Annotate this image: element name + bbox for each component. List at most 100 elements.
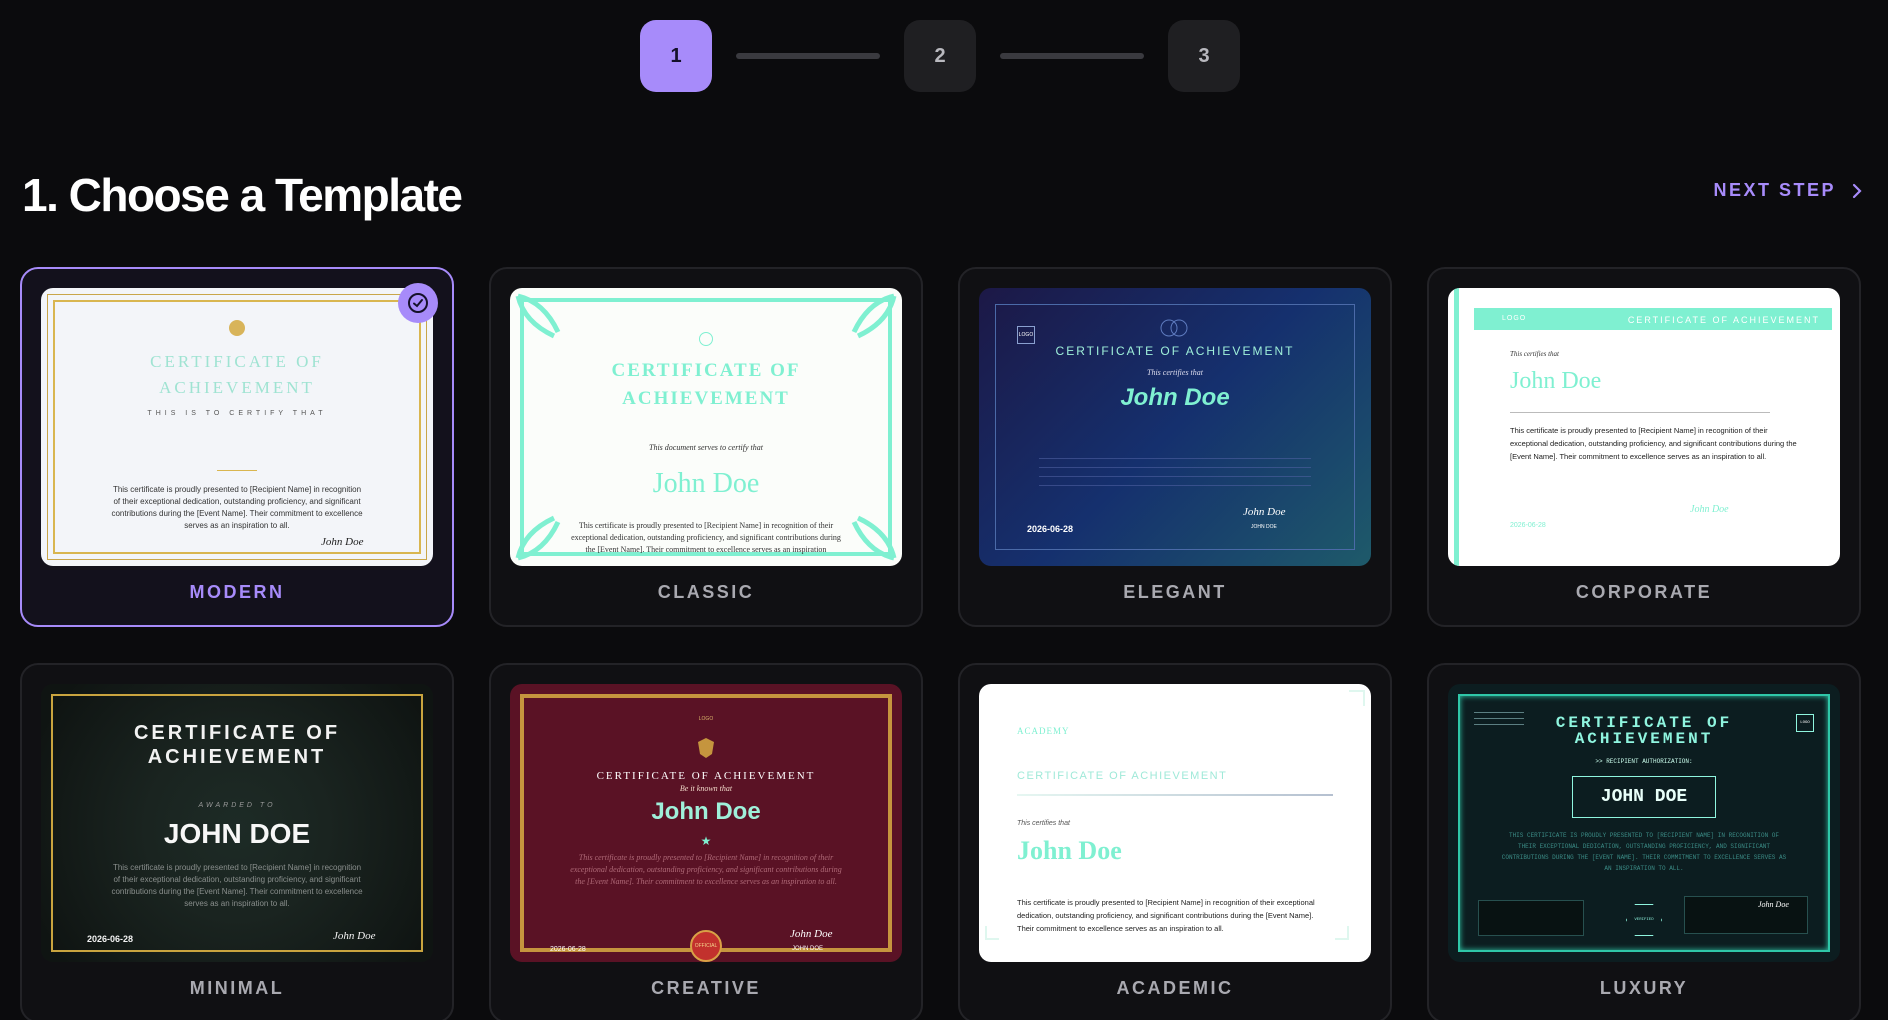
template-label: CLASSIC: [657, 582, 755, 602]
cert-body: This certificate is proudly presented to…: [1510, 426, 1797, 461]
corner-mark: [985, 926, 999, 940]
divider: [217, 470, 257, 471]
cert-title: CERTIFICATE OF: [611, 360, 801, 381]
cert-body: This certificate is proudly presented to…: [111, 485, 363, 530]
emblem-icon: [699, 332, 713, 346]
badge-text: VERIFIED: [1634, 918, 1654, 922]
divider: [1017, 794, 1333, 796]
recipient-name: John Doe: [1017, 836, 1122, 865]
template-label: CORPORATE: [1575, 582, 1713, 602]
signature: John Doe: [1243, 506, 1286, 518]
cert-title: CERTIFICATE OF ACHIEVEMENT: [1627, 315, 1820, 325]
divider: [1510, 412, 1770, 413]
cert-body: This certificate is proudly presented to…: [571, 521, 841, 554]
signature-box: [1684, 896, 1808, 934]
signature: John Doe: [1758, 900, 1789, 909]
stepper: 1 2 3: [640, 20, 1240, 92]
signer-name: JOHN DOE: [1251, 524, 1277, 530]
cert-date: 2026-06-28: [550, 946, 586, 953]
template-card-creative[interactable]: LOGO CERTIFICATE OF ACHIEVEMENT Be it kn…: [489, 663, 923, 1020]
next-step-label: NEXT STEP: [1713, 180, 1836, 200]
cert-title: ACHIEVEMENT: [147, 746, 327, 768]
logo: LOGO: [1502, 315, 1527, 322]
signature: John Doe: [790, 928, 833, 940]
template-card-luxury[interactable]: CERTIFICATE OF ACHIEVEMENT LOGO >> RECIP…: [1427, 663, 1861, 1020]
cert-subtitle: This certifies that: [1510, 350, 1559, 358]
step-connector: [736, 53, 880, 59]
cert-title: CERTIFICATE OF ACHIEVEMENT: [596, 770, 816, 782]
template-label: MINIMAL: [189, 978, 285, 998]
cert-title: CERTIFICATE OF ACHIEVEMENT: [1017, 770, 1228, 782]
seal-text: OFFICIAL: [694, 943, 718, 949]
cert-title: ACHIEVEMENT: [1574, 730, 1714, 748]
template-card-modern[interactable]: CERTIFICATE OF ACHIEVEMENT THIS IS TO CE…: [20, 267, 454, 627]
template-card-corporate[interactable]: LOGO CERTIFICATE OF ACHIEVEMENT This cer…: [1427, 267, 1861, 627]
cert-subtitle: This certifies that: [1147, 368, 1203, 377]
star-icon: ★: [700, 834, 712, 848]
template-preview: CERTIFICATE OF ACHIEVEMENT This document…: [510, 288, 902, 566]
recipient-name: John Doe: [1510, 368, 1602, 394]
cert-body: THIS CERTIFICATE IS PROUDLY PRESENTED TO…: [1501, 832, 1787, 872]
template-preview: LOGO CERTIFICATE OF ACHIEVEMENT This cer…: [979, 288, 1371, 566]
cert-subtitle: AWARDED TO: [198, 802, 276, 809]
corner-mark: [1335, 926, 1349, 940]
template-card-classic[interactable]: CERTIFICATE OF ACHIEVEMENT This document…: [489, 267, 923, 627]
template-preview: ACADEMY CERTIFICATE OF ACHIEVEMENT This …: [979, 684, 1371, 962]
chevron-right-icon: [1852, 183, 1862, 198]
cert-subtitle: THIS IS TO CERTIFY THAT: [147, 410, 327, 417]
step-3[interactable]: 3: [1168, 20, 1240, 92]
cert-subtitle: This certifies that: [1017, 820, 1070, 827]
template-preview: LOGO CERTIFICATE OF ACHIEVEMENT This cer…: [1448, 288, 1840, 566]
rings-icon: [1160, 319, 1188, 337]
frame: [995, 304, 1355, 550]
cert-body: This certificate is proudly presented to…: [1017, 898, 1315, 933]
cert-subtitle: Be it known that: [679, 784, 733, 793]
cert-title: CERTIFICATE OF: [150, 352, 324, 371]
step-connector: [1000, 53, 1144, 59]
signature: John Doe: [321, 536, 364, 548]
step-2[interactable]: 2: [904, 20, 976, 92]
signer-name: JOHN DOE: [792, 946, 824, 952]
template-label: MODERN: [189, 582, 285, 602]
cert-date: 2026-06-28: [1027, 524, 1074, 534]
template-card-academic[interactable]: ACADEMY CERTIFICATE OF ACHIEVEMENT This …: [958, 663, 1392, 1020]
cert-title: ACHIEVEMENT: [159, 378, 315, 397]
recipient-name: John Doe: [652, 468, 760, 499]
recipient-name: JOHN DOE: [163, 818, 311, 849]
cert-subtitle: This document serves to certify that: [649, 443, 763, 452]
info-box: [1478, 900, 1584, 936]
cert-title: CERTIFICATE OF: [133, 722, 341, 744]
cert-body: This certificate is proudly presented to…: [111, 863, 363, 908]
recipient-name: John Doe: [651, 798, 761, 825]
template-label: LUXURY: [1599, 978, 1689, 998]
template-label: CREATIVE: [651, 978, 761, 998]
template-preview: CERTIFICATE OF ACHIEVEMENT AWARDED TO JO…: [41, 684, 433, 962]
next-step-button[interactable]: NEXT STEP: [1713, 180, 1864, 201]
cert-subtitle: >> RECIPIENT AUTHORIZATION:: [1595, 758, 1693, 765]
template-preview: LOGO CERTIFICATE OF ACHIEVEMENT Be it kn…: [510, 684, 902, 962]
logo: LOGO: [1017, 326, 1035, 344]
recipient-name: JOHN DOE: [1572, 776, 1716, 818]
template-preview: CERTIFICATE OF ACHIEVEMENT LOGO >> RECIP…: [1448, 684, 1840, 962]
seal-icon: OFFICIAL: [690, 930, 722, 962]
logo: LOGO: [1796, 714, 1814, 732]
shield-icon: [698, 738, 714, 758]
medal-icon: [229, 320, 245, 336]
signature: John Doe: [1690, 504, 1729, 515]
template-label: ELEGANT: [1123, 582, 1227, 602]
cert-title: CERTIFICATE OF ACHIEVEMENT: [1055, 344, 1295, 358]
cert-title: ACHIEVEMENT: [622, 388, 790, 409]
template-card-minimal[interactable]: CERTIFICATE OF ACHIEVEMENT AWARDED TO JO…: [20, 663, 454, 1020]
template-card-elegant[interactable]: LOGO CERTIFICATE OF ACHIEVEMENT This cer…: [958, 267, 1392, 627]
step-1[interactable]: 1: [640, 20, 712, 92]
template-label: ACADEMIC: [1116, 978, 1234, 998]
logo: LOGO: [698, 716, 714, 722]
body-placeholder: [1039, 458, 1311, 486]
side-bar: [1454, 288, 1459, 566]
selected-check-icon: [398, 283, 438, 323]
signature: John Doe: [333, 930, 376, 942]
corner-ornament-icon: [515, 293, 561, 339]
recipient-name: John Doe: [1120, 384, 1230, 411]
cert-body: This certificate is proudly presented to…: [570, 853, 842, 886]
corner-mark: [1349, 690, 1365, 706]
